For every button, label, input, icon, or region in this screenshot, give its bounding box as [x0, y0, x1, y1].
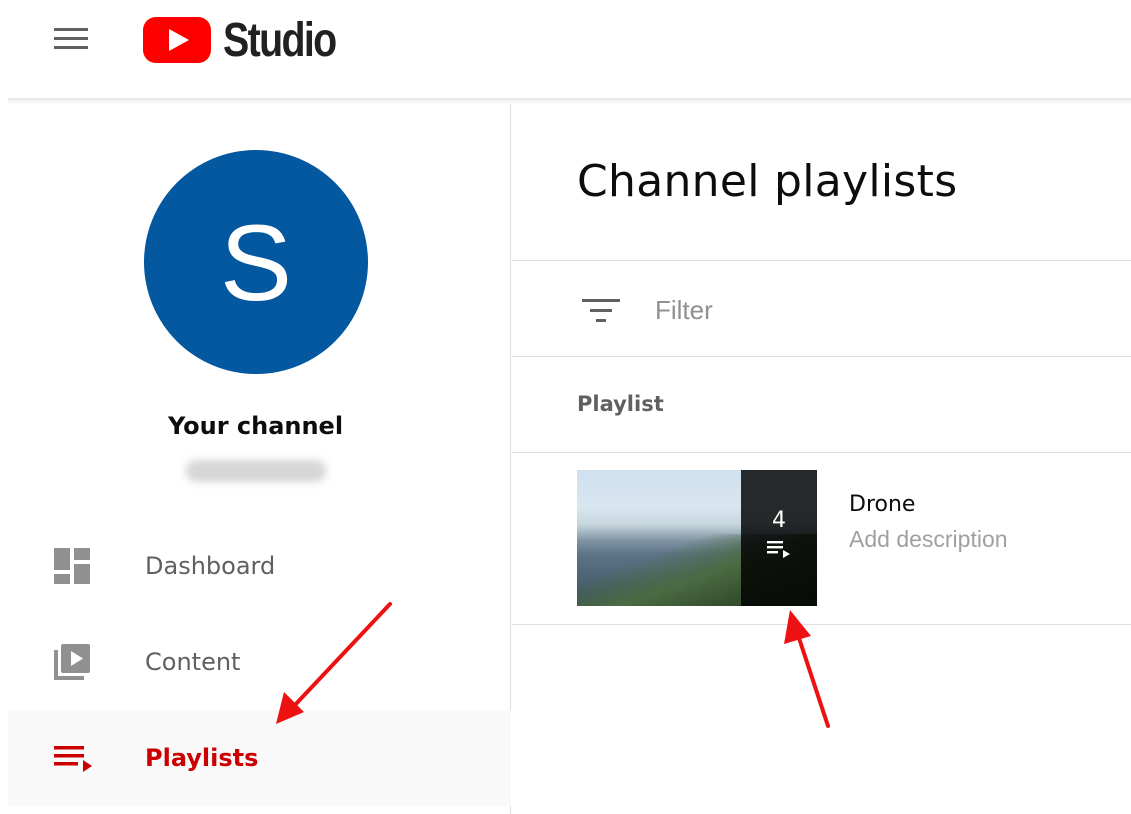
divider	[512, 452, 1131, 453]
divider	[512, 356, 1131, 357]
logo-text: Studio	[223, 13, 337, 67]
playlist-thumbnail[interactable]: 4	[577, 470, 817, 606]
sidebar-item-label: Dashboard	[145, 552, 276, 580]
divider	[512, 624, 1131, 625]
sidebar-item-content[interactable]: Content	[8, 614, 511, 710]
channel-name-blurred	[186, 460, 326, 482]
main-content: Channel playlists Playlist 4 Drone	[512, 104, 1131, 814]
content-icon	[54, 644, 90, 680]
channel-title: Your channel	[167, 412, 344, 440]
dashboard-icon	[54, 548, 90, 584]
hamburger-menu-icon[interactable]	[52, 26, 92, 52]
channel-avatar[interactable]: S	[144, 150, 368, 374]
sidebar-item-label: Playlists	[145, 744, 259, 772]
playlists-icon	[54, 746, 92, 772]
filter-icon[interactable]	[582, 297, 620, 327]
table-row[interactable]: 4 Drone Add description	[512, 454, 1131, 624]
sidebar-item-playlists[interactable]: Playlists	[8, 710, 511, 806]
playlist-description[interactable]: Add description	[849, 526, 1008, 553]
sidebar-item-label: Content	[145, 648, 241, 676]
youtube-play-icon	[143, 17, 211, 63]
top-header: Studio	[0, 0, 1131, 100]
divider	[512, 260, 1131, 261]
sidebar: S Your channel Dashboard Content Playlis…	[8, 104, 511, 814]
avatar-letter: S	[219, 201, 293, 323]
page-title: Channel playlists	[577, 156, 958, 207]
playlist-title[interactable]: Drone	[849, 492, 915, 517]
playlist-play-icon	[767, 541, 790, 558]
filter-bar	[512, 262, 1131, 356]
filter-input[interactable]	[655, 290, 1095, 330]
sidebar-item-dashboard[interactable]: Dashboard	[8, 518, 511, 614]
column-header-playlist[interactable]: Playlist	[577, 392, 664, 416]
video-count: 4	[772, 508, 786, 533]
video-count-overlay: 4	[741, 470, 817, 606]
youtube-studio-logo[interactable]: Studio	[143, 13, 360, 67]
